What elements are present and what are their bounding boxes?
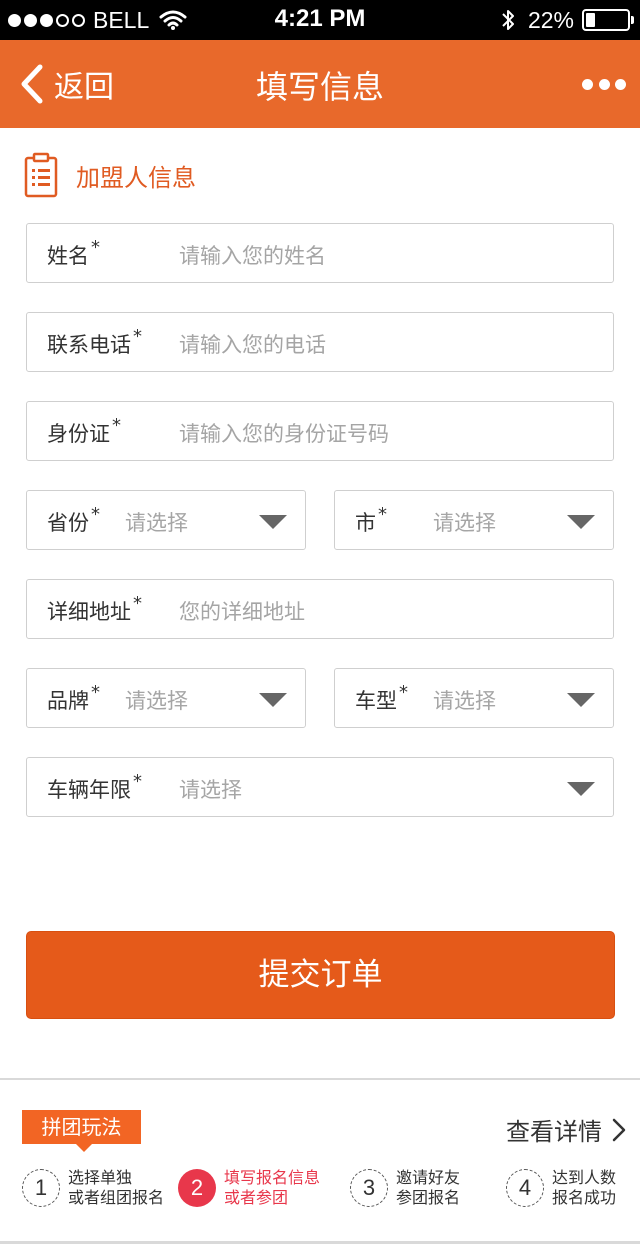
battery-icon	[582, 9, 634, 31]
province-placeholder: 请选择	[125, 511, 188, 535]
step-text: 填写报名信息 或者参团	[224, 1168, 321, 1207]
step-text: 达到人数 报名成功	[552, 1168, 617, 1207]
address-label: 详细地址 *	[47, 593, 142, 624]
id-card-label: 身份证 *	[47, 415, 121, 446]
caret-down-icon	[567, 515, 595, 529]
step-number: 3	[350, 1169, 388, 1207]
id-card-placeholder: 请输入您的身份证号码	[179, 422, 389, 446]
province-label: 省份 *	[47, 504, 100, 535]
model-label: 车型 *	[355, 682, 408, 713]
phone-field[interactable]: 联系电话 * 请输入您的电话	[26, 312, 614, 372]
phone-placeholder: 请输入您的电话	[179, 333, 326, 357]
city-label: 市 *	[355, 504, 387, 535]
vehicle-age-placeholder: 请选择	[179, 778, 242, 802]
name-placeholder: 请输入您的姓名	[179, 244, 326, 268]
chevron-right-icon	[612, 1118, 626, 1141]
chevron-left-icon	[21, 64, 43, 104]
id-card-field[interactable]: 身份证 * 请输入您的身份证号码	[26, 401, 614, 461]
caret-down-icon	[567, 782, 595, 796]
step-number: 2	[178, 1169, 216, 1207]
brand-label: 品牌 *	[47, 682, 100, 713]
step-item: 3 邀请好友 参团报名	[350, 1168, 460, 1208]
view-details-link[interactable]: 查看详情	[506, 1112, 626, 1147]
group-play-tag: 拼团玩法	[22, 1110, 141, 1152]
name-field[interactable]: 姓名 * 请输入您的姓名	[26, 223, 614, 283]
province-select[interactable]: 省份 * 请选择	[26, 490, 306, 550]
divider	[0, 1078, 640, 1080]
status-right: 22%	[500, 6, 634, 34]
step-item: 4 达到人数 报名成功	[506, 1168, 616, 1208]
step-item-active: 2 填写报名信息 或者参团	[178, 1168, 320, 1208]
more-icon[interactable]	[582, 70, 626, 98]
caret-down-icon	[259, 693, 287, 707]
address-field[interactable]: 详细地址 * 您的详细地址	[26, 579, 614, 639]
vehicle-age-select[interactable]: 车辆年限 * 请选择	[26, 757, 614, 817]
caret-down-icon	[259, 515, 287, 529]
step-text: 选择单独 或者组团报名	[68, 1168, 165, 1207]
brand-placeholder: 请选择	[125, 689, 188, 713]
name-label: 姓名 *	[47, 237, 100, 268]
back-label: 返回	[54, 70, 114, 105]
battery-percent: 22%	[527, 6, 574, 33]
back-button[interactable]: 返回	[18, 62, 114, 106]
view-details-label: 查看详情	[506, 1118, 602, 1146]
model-select[interactable]: 车型 * 请选择	[334, 668, 614, 728]
step-text: 邀请好友 参团报名	[396, 1168, 461, 1207]
brand-select[interactable]: 品牌 * 请选择	[26, 668, 306, 728]
address-placeholder: 您的详细地址	[179, 600, 305, 624]
section-title: 加盟人信息	[76, 163, 196, 192]
step-number: 1	[22, 1169, 60, 1207]
step-number: 4	[506, 1169, 544, 1207]
phone-label: 联系电话 *	[47, 326, 142, 357]
caret-down-icon	[567, 693, 595, 707]
nav-bar: 返回 填写信息	[0, 40, 640, 128]
section-header: 加盟人信息	[24, 150, 196, 200]
vehicle-age-label: 车辆年限 *	[47, 771, 142, 802]
model-placeholder: 请选择	[433, 689, 496, 713]
status-bar: BELL 4:21 PM 22%	[0, 0, 640, 40]
city-placeholder: 请选择	[433, 511, 496, 535]
clipboard-icon	[24, 152, 58, 198]
city-select[interactable]: 市 * 请选择	[334, 490, 614, 550]
step-item: 1 选择单独 或者组团报名	[22, 1168, 164, 1208]
bluetooth-icon	[502, 10, 514, 30]
submit-order-button[interactable]: 提交订单	[26, 931, 615, 1019]
